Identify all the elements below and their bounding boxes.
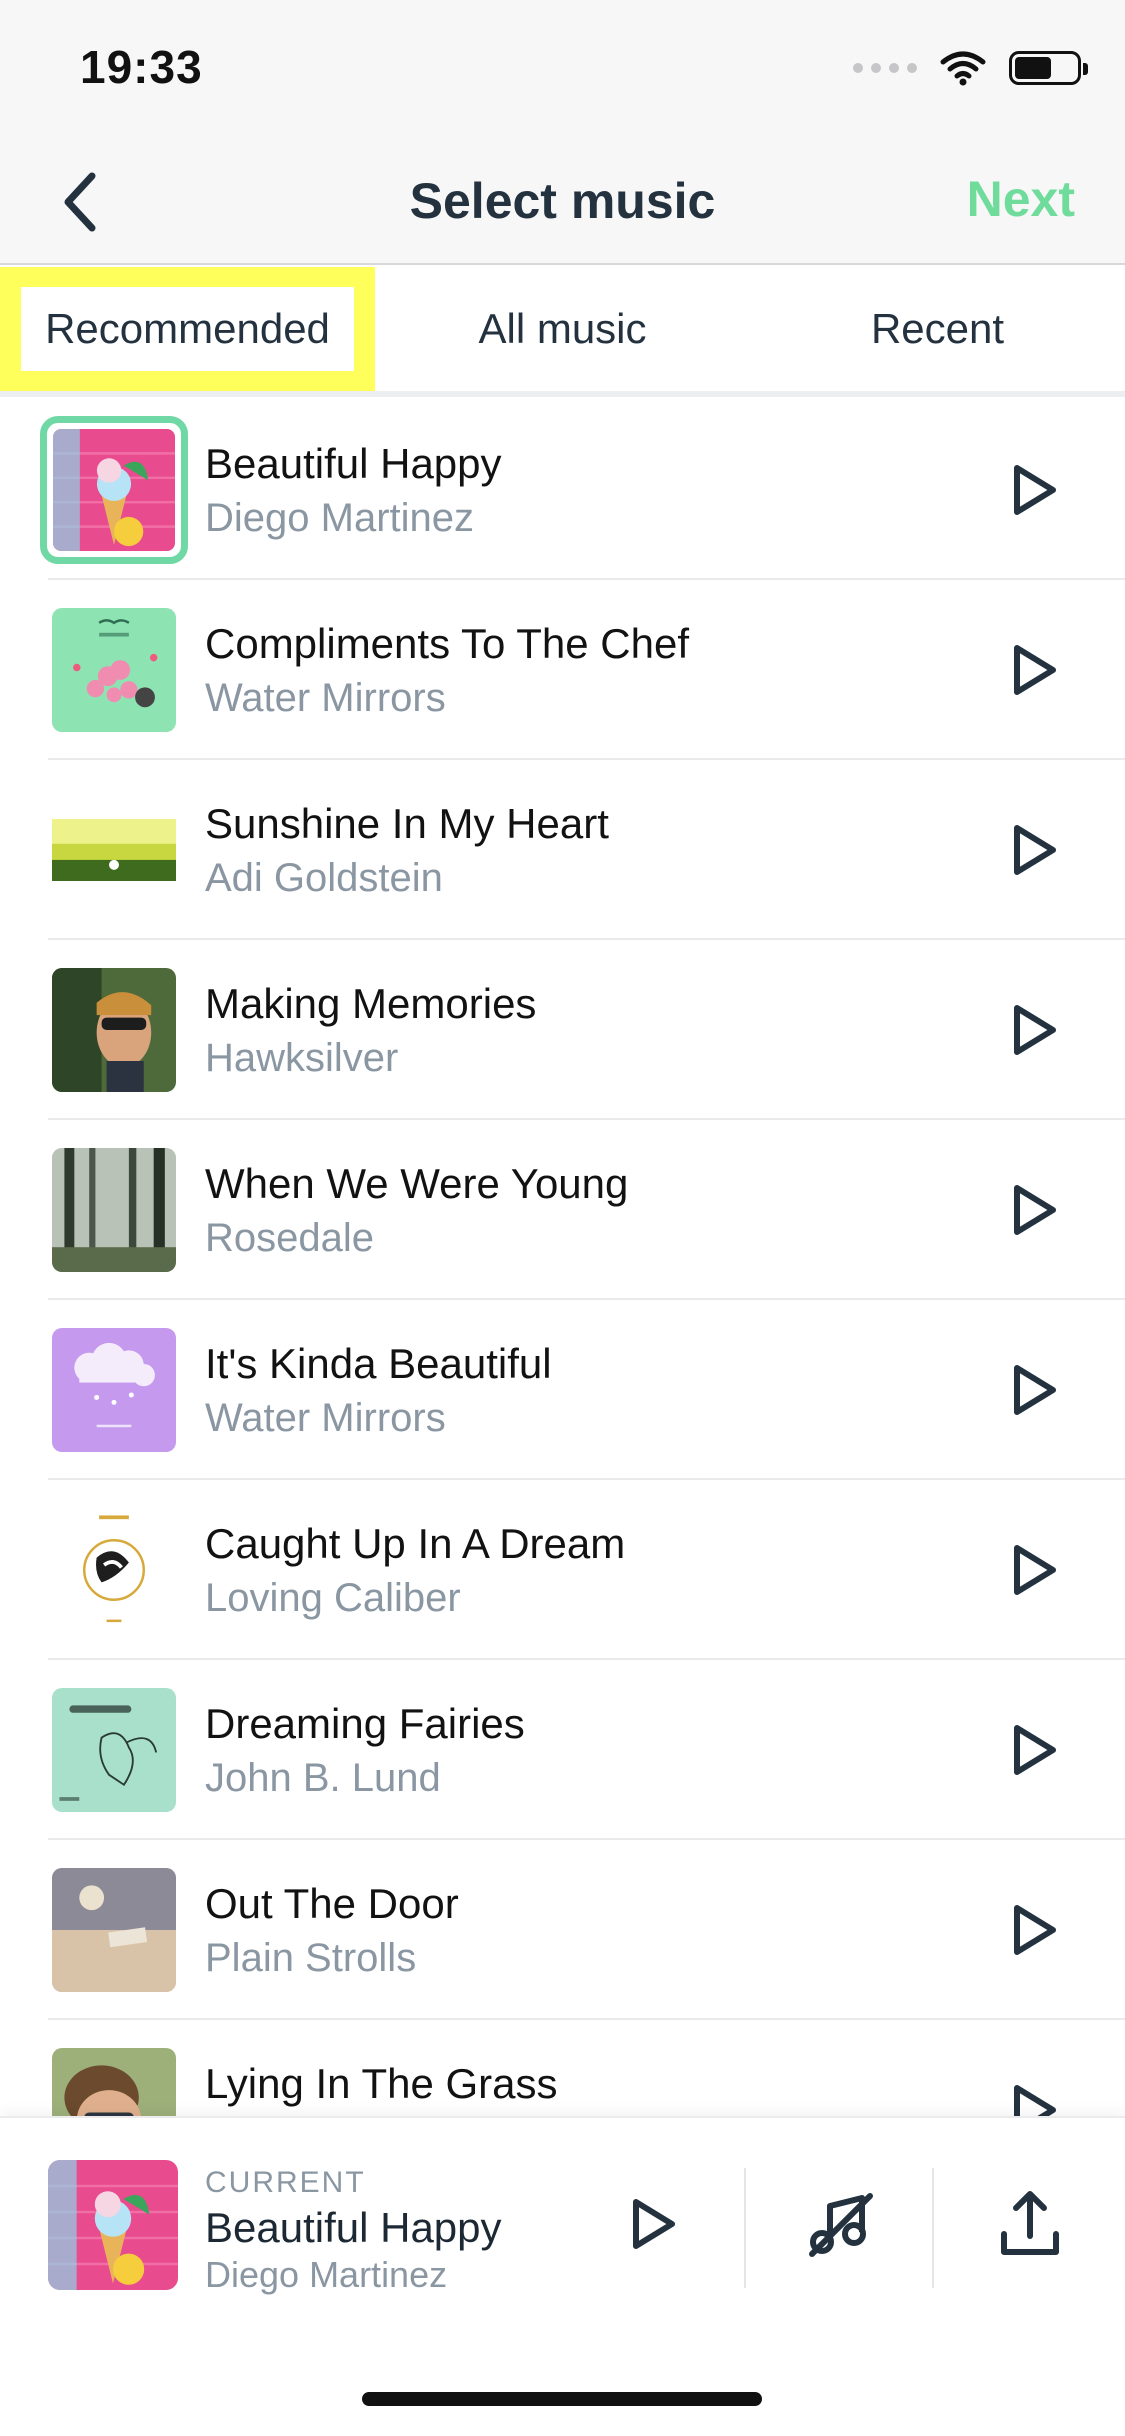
album-art[interactable]: [52, 1508, 176, 1632]
now-playing-artist: Diego Martinez: [205, 2254, 448, 2295]
track-row[interactable]: It's Kinda Beautiful Water Mirrors: [0, 1300, 1125, 1480]
track-artist: Rosedale: [205, 1216, 375, 1260]
album-art[interactable]: [52, 968, 176, 1092]
wifi-icon: [940, 51, 986, 86]
track-artist: Water Mirrors: [205, 676, 446, 720]
status-icons: [853, 50, 1088, 86]
album-art-image: [52, 2048, 176, 2116]
tab-all-music-label: All music: [478, 305, 647, 352]
track-row[interactable]: Compliments To The Chef Water Mirrors: [0, 580, 1125, 760]
album-art[interactable]: [52, 2048, 176, 2116]
play-icon[interactable]: [1001, 638, 1065, 702]
track-row[interactable]: When We Were Young Rosedale: [0, 1120, 1125, 1300]
divider: [932, 2168, 934, 2288]
cellular-signal-icon: [853, 63, 917, 73]
track-title: Out The Door: [205, 1880, 459, 1927]
tab-all-music[interactable]: All music: [375, 267, 750, 391]
page-title: Select music: [409, 173, 716, 229]
album-art-image: [52, 1328, 176, 1452]
track-artist: Hawksilver: [205, 1036, 399, 1080]
track-row[interactable]: Sunshine In My Heart Adi Goldstein: [0, 760, 1125, 940]
now-playing-album-art[interactable]: [48, 2160, 178, 2290]
album-art-image: [52, 1148, 176, 1272]
status-time: 19:33: [80, 41, 203, 93]
album-art[interactable]: [52, 1868, 176, 1992]
play-icon[interactable]: [1001, 458, 1065, 522]
album-art[interactable]: [52, 1328, 176, 1452]
battery-icon: [1009, 51, 1088, 85]
tab-recent[interactable]: Recent: [750, 267, 1125, 391]
nav-bar: Select music Next: [0, 140, 1125, 265]
track-title: Compliments To The Chef: [205, 620, 690, 667]
track-title: Sunshine In My Heart: [205, 800, 609, 847]
music-off-icon[interactable]: [800, 2184, 880, 2264]
play-icon[interactable]: [1001, 2078, 1065, 2116]
track-title: Dreaming Fairies: [205, 1700, 525, 1747]
play-icon[interactable]: [1001, 818, 1065, 882]
track-title: When We Were Young: [205, 1160, 629, 1207]
play-icon[interactable]: [1001, 1538, 1065, 1602]
tab-recommended[interactable]: Recommended: [0, 267, 375, 391]
current-label: CURRENT: [205, 2166, 366, 2199]
album-art-image: [52, 1688, 176, 1812]
track-row[interactable]: Caught Up In A Dream Loving Caliber: [0, 1480, 1125, 1660]
album-art-image: [52, 608, 176, 732]
next-button[interactable]: Next: [967, 170, 1075, 228]
track-title: Lying In The Grass: [205, 2060, 558, 2107]
album-art-image: [48, 2160, 178, 2290]
track-row[interactable]: Making Memories Hawksilver: [0, 940, 1125, 1120]
track-title: Caught Up In A Dream: [205, 1520, 626, 1567]
track-title: It's Kinda Beautiful: [205, 1340, 552, 1387]
play-icon[interactable]: [1001, 1358, 1065, 1422]
divider: [744, 2168, 746, 2288]
now-playing-title: Beautiful Happy: [205, 2204, 502, 2251]
track-artist: Loving Caliber: [205, 1576, 461, 1620]
album-art[interactable]: [52, 1688, 176, 1812]
album-art-image: [52, 968, 176, 1092]
track-artist: Plain Strolls: [205, 1936, 417, 1980]
tab-recommended-label: Recommended: [21, 287, 354, 371]
track-title: Beautiful Happy: [205, 440, 502, 487]
track-row[interactable]: Beautiful Happy Diego Martinez: [0, 400, 1125, 580]
home-indicator[interactable]: [362, 2392, 762, 2406]
share-icon[interactable]: [990, 2184, 1070, 2264]
track-row[interactable]: Lying In The Grass: [0, 2020, 1125, 2116]
track-artist: Diego Martinez: [205, 496, 475, 540]
play-icon[interactable]: [620, 2192, 684, 2256]
play-icon[interactable]: [1001, 1718, 1065, 1782]
tab-recent-label: Recent: [870, 305, 1005, 352]
track-row[interactable]: Out The Door Plain Strolls: [0, 1840, 1125, 2020]
track-list[interactable]: Beautiful Happy Diego Martinez Complimen…: [0, 400, 1125, 2116]
track-row[interactable]: Dreaming Fairies John B. Lund: [0, 1660, 1125, 1840]
album-art-image: [52, 1508, 176, 1632]
track-title: Making Memories: [205, 980, 537, 1027]
tab-bar: Recommended All music Recent: [0, 267, 1125, 397]
album-art-selected[interactable]: [40, 416, 188, 564]
album-art[interactable]: [52, 788, 176, 912]
play-icon[interactable]: [1001, 1178, 1065, 1242]
track-artist: John B. Lund: [205, 1756, 441, 1800]
album-art[interactable]: [52, 608, 176, 732]
album-art[interactable]: [52, 1148, 176, 1272]
status-bar: 19:33: [0, 0, 1125, 140]
play-icon[interactable]: [1001, 1898, 1065, 1962]
track-artist: Water Mirrors: [205, 1396, 446, 1440]
album-art-image: [52, 788, 176, 912]
now-playing-bar: CURRENT Beautiful Happy Diego Martinez: [0, 2116, 1125, 2436]
album-art-image: [52, 1868, 176, 1992]
track-artist: Adi Goldstein: [205, 856, 443, 900]
album-art-image: [53, 429, 175, 551]
play-icon[interactable]: [1001, 998, 1065, 1062]
